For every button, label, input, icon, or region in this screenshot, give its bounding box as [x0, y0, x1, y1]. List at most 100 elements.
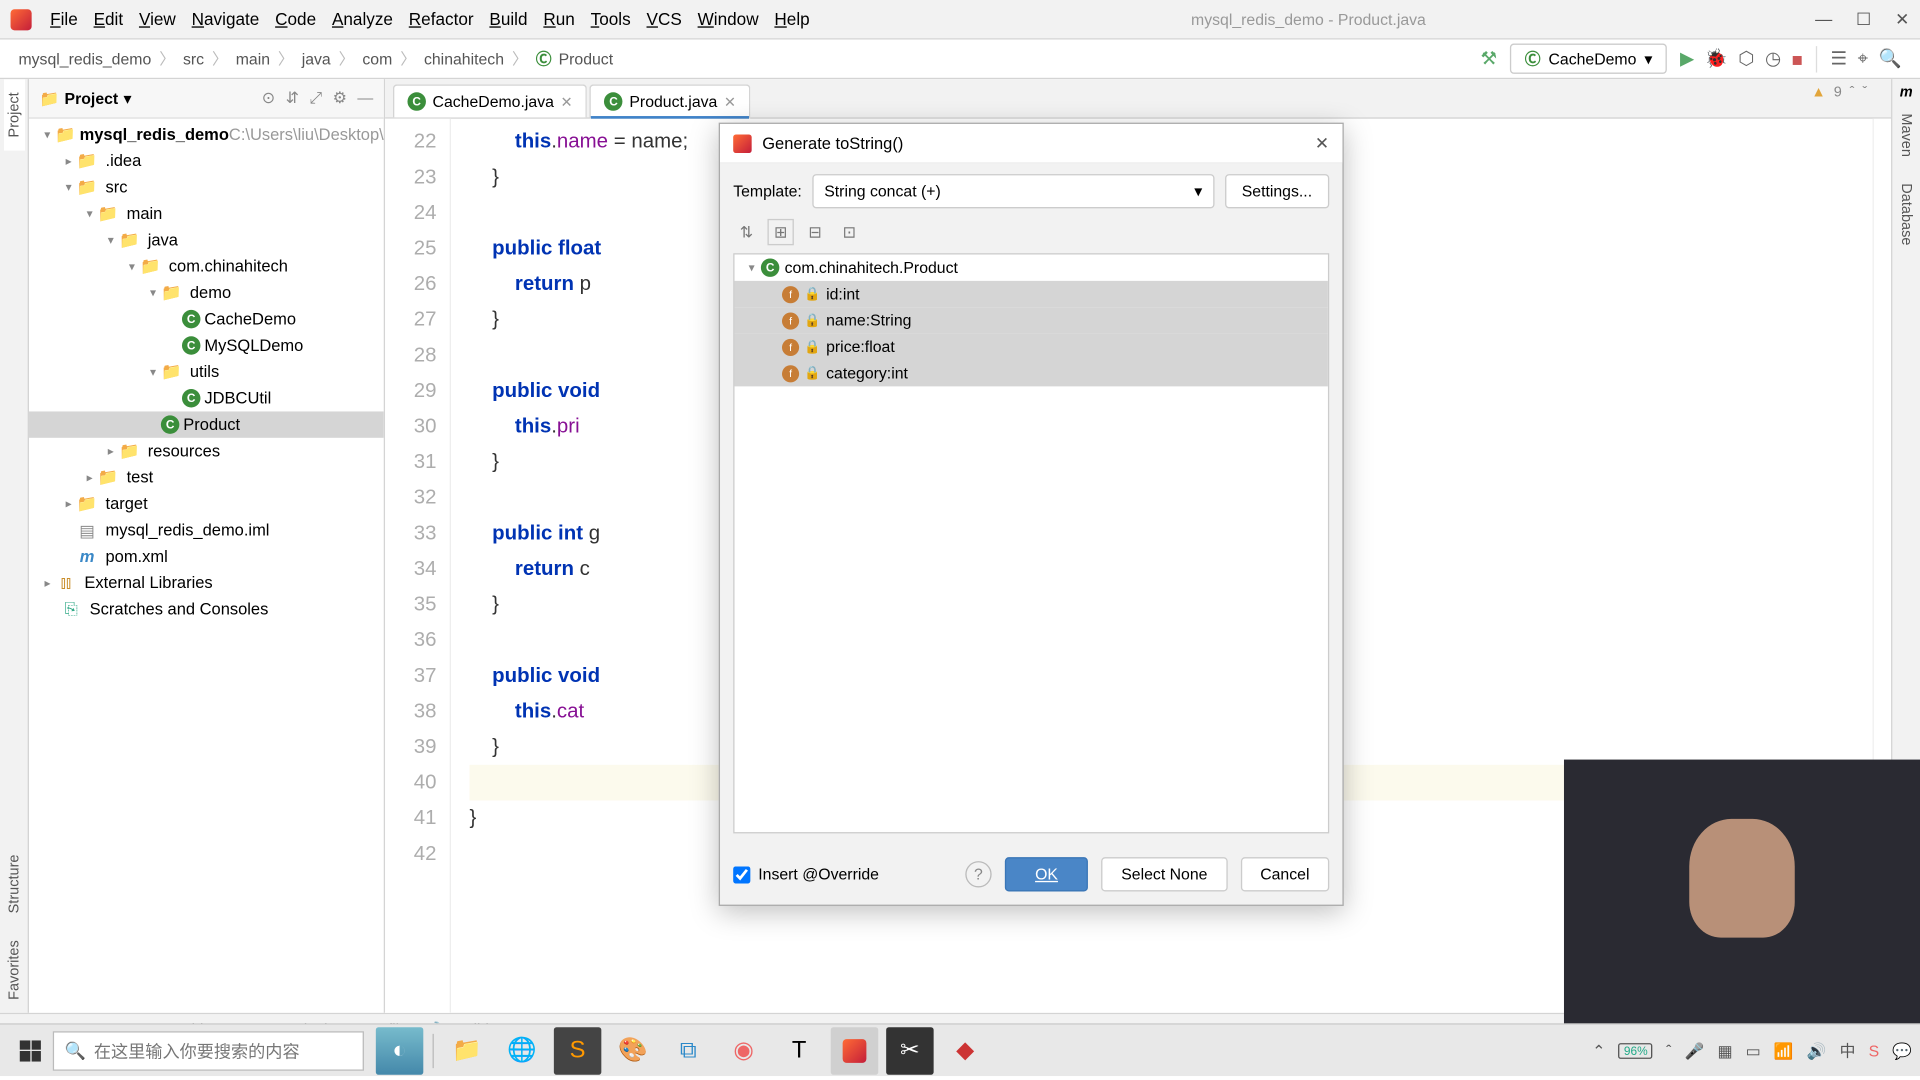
next-highlight-icon[interactable]: ˇ: [1862, 84, 1867, 100]
menu-code[interactable]: Code: [267, 9, 324, 29]
breadcrumb-item[interactable]: chinahitech: [419, 49, 510, 67]
gutter[interactable]: 2223242526272829303132333435363738394041…: [385, 119, 451, 1013]
battery-indicator[interactable]: 96%: [1619, 1042, 1653, 1058]
battery-icon[interactable]: ▭: [1746, 1041, 1761, 1059]
m-icon[interactable]: m: [1900, 79, 1913, 100]
breadcrumb-item[interactable]: java: [296, 49, 336, 67]
field-item[interactable]: f🔒name:String: [735, 307, 1328, 333]
ime-tray-icon[interactable]: 中: [1840, 1039, 1856, 1061]
menu-analyze[interactable]: Analyze: [324, 9, 401, 29]
menu-build[interactable]: Build: [481, 9, 535, 29]
menu-tools[interactable]: Tools: [583, 9, 639, 29]
cancel-button[interactable]: Cancel: [1240, 857, 1329, 891]
hide-panel-icon[interactable]: —: [357, 88, 373, 108]
taskbar-cortana-icon[interactable]: ◐: [376, 1027, 423, 1074]
menu-refactor[interactable]: Refactor: [401, 9, 482, 29]
chevron-down-icon[interactable]: ▾: [742, 260, 760, 275]
field-item[interactable]: f🔒price:float: [735, 334, 1328, 360]
debug-button[interactable]: 🐞: [1699, 47, 1733, 69]
structure-vertical-tab[interactable]: Structure: [3, 841, 24, 926]
tree-item[interactable]: ▾📁utils: [29, 359, 384, 385]
project-tree[interactable]: ▾📁mysql_redis_demo C:\Users\liu\Desktop\…: [29, 119, 384, 1013]
menu-file[interactable]: File: [42, 9, 85, 29]
tray-expand-icon[interactable]: ⌃: [1592, 1041, 1605, 1059]
close-button[interactable]: ✕: [1895, 9, 1909, 30]
sort-alpha-icon[interactable]: ⇅: [733, 219, 759, 245]
prev-highlight-icon[interactable]: ˆ: [1850, 84, 1855, 100]
menu-help[interactable]: Help: [766, 9, 817, 29]
editor-tab[interactable]: CProduct.java✕: [590, 84, 751, 118]
close-tab-icon[interactable]: ✕: [724, 93, 736, 110]
coverage-button[interactable]: ⬡: [1733, 47, 1760, 69]
tree-item[interactable]: ▾📁src: [29, 174, 384, 200]
ok-button[interactable]: OK: [1005, 857, 1089, 891]
tree-item[interactable]: ▸📁test: [29, 464, 384, 490]
taskbar-intellij-icon[interactable]: [831, 1027, 878, 1074]
tray-app-icon[interactable]: ▦: [1718, 1041, 1733, 1059]
tree-item[interactable]: ▤mysql_redis_demo.iml: [29, 517, 384, 543]
collapse-icon[interactable]: ⊡: [836, 219, 862, 245]
taskbar-todesk-icon[interactable]: ◉: [720, 1027, 767, 1074]
breadcrumb-item[interactable]: com: [357, 49, 397, 67]
tree-external-libraries[interactable]: ▸⫾⫾External Libraries: [29, 570, 384, 596]
sogou-icon[interactable]: S: [1869, 1041, 1880, 1059]
menu-vcs[interactable]: VCS: [639, 9, 690, 29]
minimize-button[interactable]: —: [1815, 9, 1832, 30]
maven-vertical-tab[interactable]: Maven: [1896, 100, 1917, 170]
close-tab-icon[interactable]: ✕: [561, 93, 573, 110]
taskbar-paint-icon[interactable]: 🎨: [609, 1027, 656, 1074]
warning-icon[interactable]: ▲: [1811, 84, 1825, 100]
expand-all-icon[interactable]: ⇵: [286, 88, 299, 108]
breadcrumb-item[interactable]: src: [178, 49, 210, 67]
class-node[interactable]: com.chinahitech.Product: [785, 258, 958, 276]
editor-tab[interactable]: CCacheDemo.java✕: [393, 84, 587, 117]
help-button[interactable]: ?: [965, 861, 991, 887]
crosshair-icon[interactable]: ⌖: [1852, 47, 1873, 69]
taskbar-vm-icon[interactable]: ⧉: [665, 1027, 712, 1074]
wifi-icon[interactable]: 📶: [1774, 1041, 1794, 1059]
stop-button[interactable]: ■: [1786, 48, 1808, 69]
tree-item[interactable]: ▾📁demo: [29, 280, 384, 306]
taskbar-redis-icon[interactable]: ◆: [942, 1027, 989, 1074]
field-item[interactable]: f🔒category:int: [735, 360, 1328, 386]
menu-run[interactable]: Run: [535, 9, 582, 29]
taskbar-sublime-icon[interactable]: S: [554, 1027, 601, 1074]
notification-icon[interactable]: 💬: [1892, 1041, 1912, 1059]
tray-up-icon[interactable]: ˆ: [1666, 1041, 1671, 1059]
tree-item[interactable]: ▾📁java: [29, 227, 384, 253]
project-vertical-tab[interactable]: Project: [3, 79, 24, 151]
select-opened-icon[interactable]: ⊙: [262, 88, 275, 108]
tree-scratches[interactable]: ⎘Scratches and Consoles: [29, 596, 384, 622]
run-button[interactable]: ▶: [1675, 47, 1700, 69]
menu-navigate[interactable]: Navigate: [184, 9, 267, 29]
tree-item[interactable]: mpom.xml: [29, 543, 384, 569]
tree-item[interactable]: ▸📁.idea: [29, 148, 384, 174]
template-selector[interactable]: String concat (+) ▾: [812, 174, 1214, 208]
favorites-vertical-tab[interactable]: Favorites: [3, 927, 24, 1013]
tree-item[interactable]: ▸📁target: [29, 491, 384, 517]
menu-edit[interactable]: Edit: [86, 9, 131, 29]
taskbar-explorer-icon[interactable]: 📁: [443, 1027, 490, 1074]
tree-root[interactable]: ▾📁mysql_redis_demo C:\Users\liu\Desktop\: [29, 121, 384, 147]
microphone-icon[interactable]: 🎤: [1685, 1041, 1705, 1059]
tree-item[interactable]: CProduct: [29, 411, 384, 437]
maximize-button[interactable]: ☐: [1856, 9, 1871, 30]
taskbar-snip-icon[interactable]: ✂: [886, 1027, 933, 1074]
volume-icon[interactable]: 🔊: [1807, 1041, 1827, 1059]
sort-visibility-icon[interactable]: ⊞: [767, 219, 793, 245]
settings-button[interactable]: Settings...: [1225, 174, 1330, 208]
tree-item[interactable]: CJDBCUtil: [29, 385, 384, 411]
tree-item[interactable]: ▸📁resources: [29, 438, 384, 464]
run-config-selector[interactable]: Ⓒ CacheDemo ▾: [1510, 44, 1667, 74]
structure-icon[interactable]: ☰: [1825, 47, 1852, 69]
profile-button[interactable]: ◷: [1760, 47, 1787, 69]
select-none-button[interactable]: Select None: [1101, 857, 1227, 891]
field-item[interactable]: f🔒id:int: [735, 281, 1328, 307]
tree-item[interactable]: CCacheDemo: [29, 306, 384, 332]
breadcrumb-item[interactable]: Ⓒ Product: [530, 47, 618, 69]
field-tree[interactable]: ▾ C com.chinahitech.Product f🔒id:intf🔒na…: [733, 253, 1329, 833]
breadcrumb[interactable]: mysql_redis_demo〉src〉main〉java〉com〉china…: [13, 47, 618, 69]
gear-icon[interactable]: ⚙: [333, 88, 347, 108]
collapse-all-icon[interactable]: ⤢: [309, 88, 322, 108]
taskbar-text-icon[interactable]: T: [775, 1027, 822, 1074]
